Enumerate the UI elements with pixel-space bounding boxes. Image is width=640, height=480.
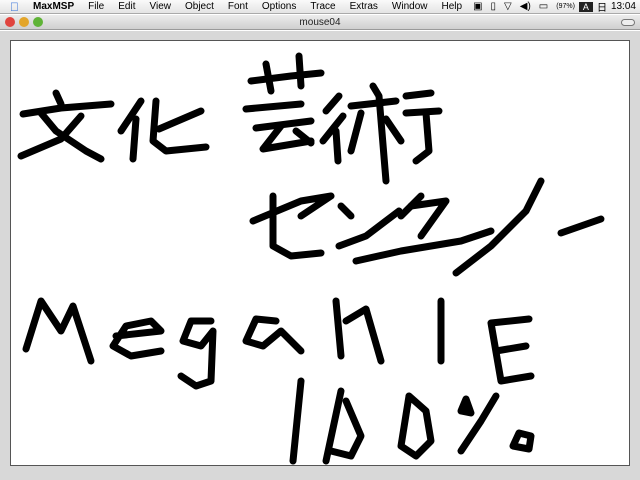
menu-file[interactable]: File bbox=[81, 1, 111, 12]
minimize-button[interactable] bbox=[19, 17, 29, 27]
window-body bbox=[0, 31, 640, 480]
menu-view[interactable]: View bbox=[142, 1, 178, 12]
menu-trace[interactable]: Trace bbox=[303, 1, 342, 12]
menu-object[interactable]: Object bbox=[178, 1, 221, 12]
close-button[interactable] bbox=[5, 17, 15, 27]
calendar-icon: 日 bbox=[587, 3, 607, 14]
menu-extras[interactable]: Extras bbox=[343, 1, 385, 12]
window-title: mouse04 bbox=[299, 17, 341, 28]
menu-window[interactable]: Window bbox=[385, 1, 435, 12]
display-icon[interactable]: ▣ bbox=[469, 1, 486, 12]
input-menu-icon[interactable]: A bbox=[578, 1, 593, 12]
window-titlebar[interactable]: mouse04 bbox=[0, 15, 640, 30]
battery-icon[interactable]: ▭ bbox=[535, 1, 552, 12]
handwriting-drawing bbox=[17, 52, 605, 465]
zoom-button[interactable] bbox=[33, 17, 43, 27]
apple-menu-icon[interactable]:  bbox=[0, 0, 26, 14]
sync-icon[interactable]: ▯ bbox=[487, 1, 501, 12]
clock[interactable]: 13:04 bbox=[611, 1, 640, 12]
wifi-icon[interactable]: ▽ bbox=[500, 1, 516, 12]
menu-options[interactable]: Options bbox=[255, 1, 303, 12]
volume-icon[interactable]: ◀) bbox=[516, 1, 535, 12]
menu-app[interactable]: MaxMSP bbox=[26, 1, 81, 12]
menu-bar:  MaxMSP File Edit View Object Font Opti… bbox=[0, 0, 640, 14]
toolbar-toggle-button[interactable] bbox=[621, 19, 635, 26]
menu-font[interactable]: Font bbox=[221, 1, 255, 12]
battery-percent: (97%) bbox=[547, 3, 575, 10]
menu-edit[interactable]: Edit bbox=[111, 1, 142, 12]
menu-help[interactable]: Help bbox=[435, 1, 470, 12]
drawing-canvas[interactable] bbox=[10, 40, 630, 466]
